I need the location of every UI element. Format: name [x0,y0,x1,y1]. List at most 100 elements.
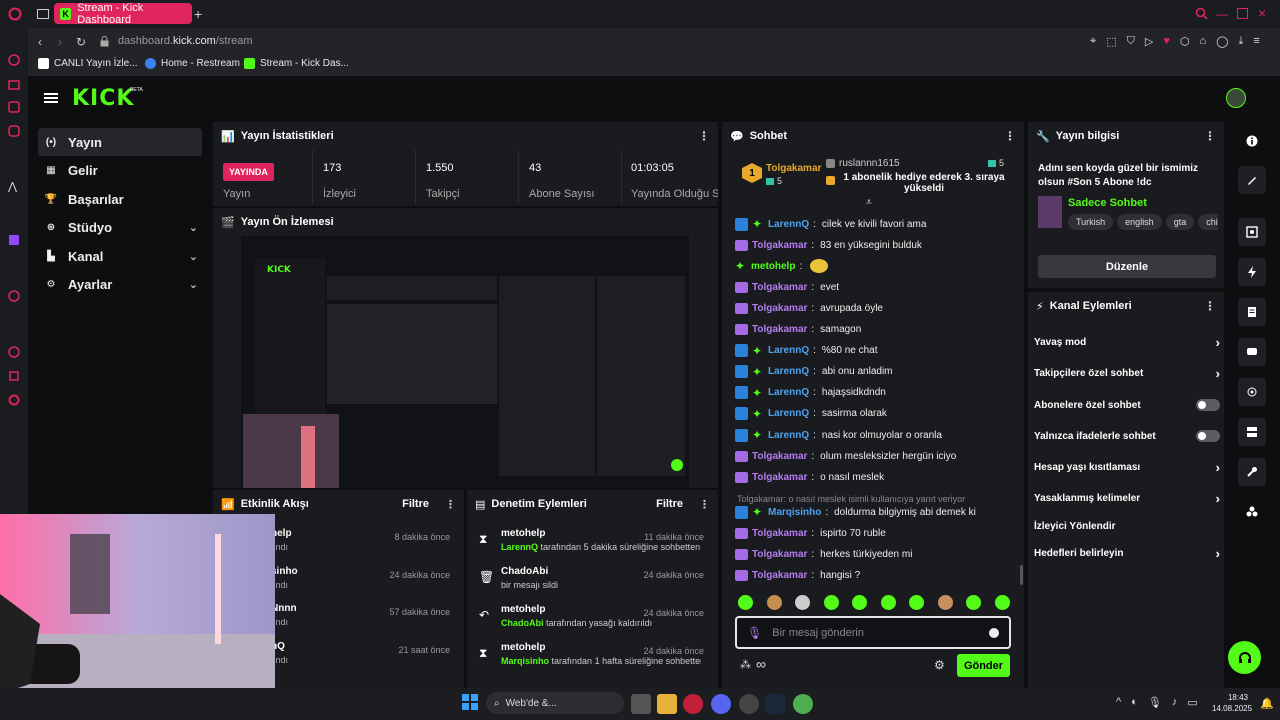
play-icon[interactable]: ▷ [1145,35,1153,48]
nav-item-5[interactable]: ⚙ Ayarlar ⌄ [38,271,202,299]
channel-action-3[interactable]: Yalnızca ifadelerle sohbet [1034,422,1220,450]
chat-username[interactable]: Marqisinho [768,507,821,518]
chat-settings-icon[interactable]: ⚙ [934,658,945,672]
support-headset-icon[interactable] [1228,641,1261,674]
moderation-actor[interactable]: ChadoAbi [501,618,544,628]
channel-action-6[interactable]: İzleyici Yönlendir [1034,512,1220,540]
chat-input[interactable]: Bir mesaj gönderin [772,627,979,639]
tab-manager-icon[interactable] [37,9,49,19]
history-icon[interactable] [8,346,20,358]
more-icon[interactable]: ⋮ [699,498,710,511]
shield-icon[interactable]: ⛉ [1127,35,1135,48]
lock-icon[interactable] [100,36,109,47]
extensions-icon[interactable] [8,370,20,382]
emote-icon[interactable] [852,595,868,610]
chat-username[interactable]: LarennQ [768,345,809,356]
menu-icon[interactable]: ≡ [1253,35,1259,48]
chat-username[interactable]: Tolgakamar [752,472,807,483]
info-icon[interactable] [1238,127,1266,155]
discord-icon[interactable] [711,694,731,714]
chevron-right-icon[interactable]: › [1216,491,1220,506]
emote-icon[interactable] [795,595,811,610]
emote-icon[interactable] [994,595,1010,610]
tag-chip[interactable]: gta [1165,214,1195,230]
tools-icon[interactable] [1238,458,1266,486]
back-icon[interactable]: ‹ [38,35,42,49]
target-icon[interactable] [1238,218,1266,246]
tab-kick-dashboard[interactable]: K Stream - Kick Dashboard [54,2,192,26]
nav-item-3[interactable]: ⊛ Stüdyo ⌄ [38,214,202,242]
more-icon[interactable]: ⋮ [1204,299,1216,313]
toggle-switch[interactable] [1196,430,1220,442]
task-view-icon[interactable] [631,694,651,714]
channel-action-0[interactable]: Yavaş mod › [1034,328,1220,356]
moderation-actor[interactable]: Marqisinho [501,656,549,666]
chat-username[interactable]: Tolgakamar [752,570,807,581]
twitch-icon[interactable] [8,234,20,246]
category-thumbnail[interactable] [1038,196,1062,228]
broadcast-icon[interactable] [1238,378,1266,406]
chevron-down-icon[interactable]: ⌄ [189,221,198,234]
activity-filter-button[interactable]: Filtre [402,498,429,510]
chat-username[interactable]: LarennQ [768,219,809,230]
wallet-icon[interactable]: ⌂ [1199,35,1206,48]
pin-icon[interactable]: ⌖ [1090,35,1096,48]
speed-dial-icon[interactable] [8,54,20,66]
chevron-right-icon[interactable]: › [1216,366,1220,381]
infinity-icon[interactable]: ∞ [756,656,766,672]
emote-icon[interactable] [823,595,839,610]
chat-username[interactable]: Tolgakamar [752,528,807,539]
emote-icon[interactable] [880,595,896,610]
channel-action-2[interactable]: Abonelere özel sohbet [1034,391,1220,419]
messenger-icon[interactable] [8,101,20,113]
channel-action-5[interactable]: Yasaklanmış kelimeler › [1034,484,1220,512]
tray-app-icon[interactable]: ◐ [1131,696,1138,709]
close-icon[interactable]: × [1258,5,1266,21]
chat-username[interactable]: LarennQ [768,387,809,398]
emote-icon[interactable] [966,595,982,610]
music-icon[interactable] [8,290,20,302]
apps-rail-icon[interactable] [1238,498,1266,526]
edit-button[interactable]: Düzenle [1038,255,1216,278]
tray-speaker-icon[interactable]: ♪ [1172,696,1178,709]
forward-icon[interactable]: › [58,35,62,49]
chevron-right-icon[interactable]: › [1216,460,1220,475]
heart-icon[interactable]: ♥ [1163,35,1170,48]
maximize-icon[interactable] [1237,8,1248,19]
nav-item-0[interactable]: (•) Yayın [38,128,202,156]
collapse-icon[interactable]: ⩡ [866,197,872,208]
lightning-icon[interactable] [1238,258,1266,286]
file-explorer-icon[interactable] [657,694,677,714]
more-icon[interactable]: ⋮ [1004,129,1016,143]
extensions-puzzle-icon[interactable]: ⬡ [1180,35,1190,48]
chat-username[interactable]: LarennQ [768,408,809,419]
mic-icon[interactable]: 🎙 [747,626,762,640]
instagram-icon[interactable] [8,125,20,137]
apps-icon[interactable]: ⁂ [740,658,751,671]
emote-icon[interactable] [909,595,925,610]
chat-username[interactable]: Tolgakamar [752,549,807,560]
chevron-right-icon[interactable]: › [1216,546,1220,561]
chat-username[interactable]: LarennQ [768,366,809,377]
reload-icon[interactable]: ↻ [76,35,86,49]
tag-chip[interactable]: english [1117,214,1162,230]
emote-icon[interactable] [937,595,953,610]
notes-icon[interactable] [1238,298,1266,326]
opera-logo-icon[interactable] [8,7,22,21]
more-icon[interactable]: ⋮ [1204,129,1216,143]
moderation-actor[interactable]: LarennQ [501,542,538,552]
bookmark-1[interactable]: CANLI Yayın İzle... [38,58,138,69]
channel-action-7[interactable]: Hedefleri belirleyin › [1034,539,1220,567]
chat-scrollbar[interactable] [1020,565,1023,585]
bag-icon[interactable] [8,78,20,90]
chat-username[interactable]: metohelp [751,261,795,272]
taskbar-search[interactable]: ⌕ Web'de &... [486,692,624,714]
chevron-down-icon[interactable]: ⌄ [189,278,198,291]
toggle-switch[interactable] [1196,399,1220,411]
chat-username[interactable]: Tolgakamar [752,451,807,462]
emoji-icon[interactable] [989,627,999,638]
tray-network-icon[interactable]: ▭ [1187,696,1197,709]
chat-username[interactable]: Tolgakamar [752,303,807,314]
gifter-name[interactable]: ruslannn1615 [839,158,900,169]
pencil-icon[interactable] [1238,166,1266,194]
